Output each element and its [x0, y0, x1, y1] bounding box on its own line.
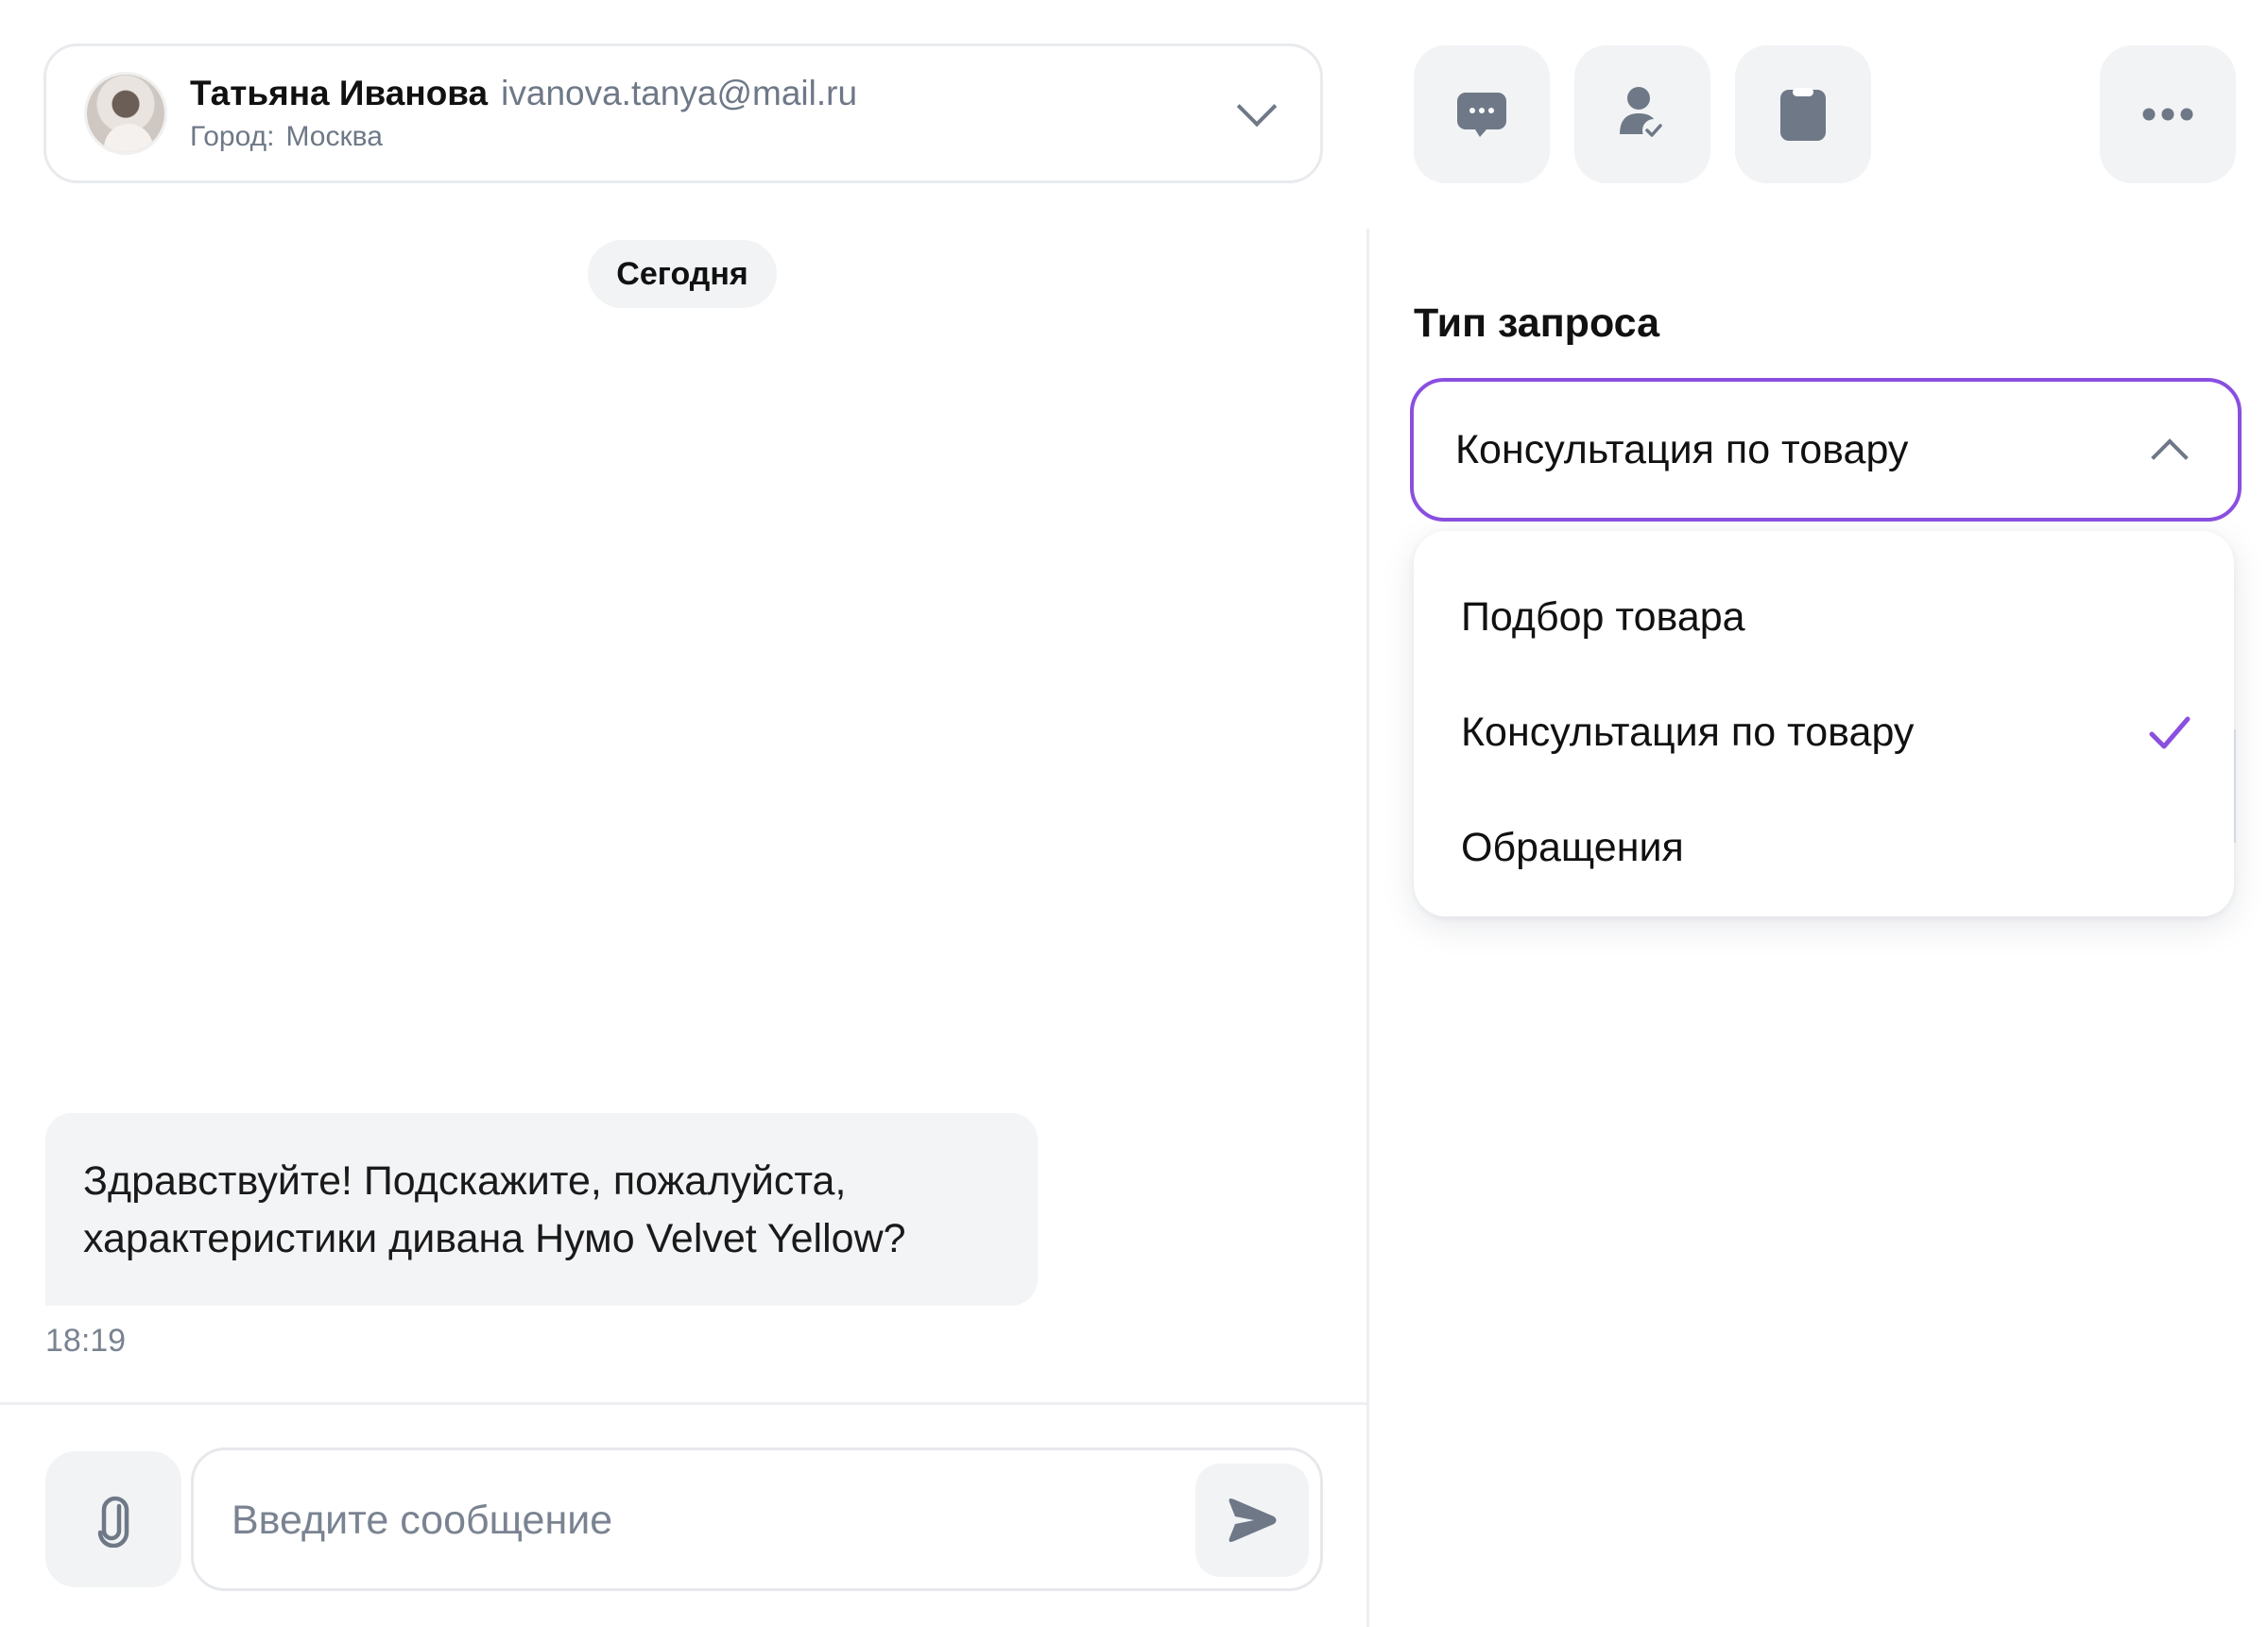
avatar — [84, 72, 167, 155]
message-text-line: Здравствуйте! Подскажите, пожалуйста, — [83, 1158, 847, 1204]
send-button[interactable] — [1195, 1464, 1309, 1577]
dropdown-option-product-selection[interactable]: Подбор товара — [1414, 559, 2234, 675]
chat-page: Татьяна Иванова ivanova.tanya@mail.ru Го… — [0, 0, 2268, 1627]
request-type-label: Тип запроса — [1414, 300, 1659, 346]
dropdown-option-appeals[interactable]: Обращения — [1414, 790, 2234, 905]
more-button[interactable] — [2100, 45, 2236, 183]
divider — [0, 1402, 1366, 1405]
contact-tool-button[interactable] — [1574, 45, 1710, 183]
request-type-dropdown: Подбор товара Консультация по товару Обр… — [1414, 531, 2234, 916]
chevron-up-icon[interactable] — [2151, 438, 2189, 476]
contact-name: Татьяна Иванова — [190, 74, 489, 112]
column-divider — [1366, 229, 1369, 1627]
contact-info: Татьяна Иванова ivanova.tanya@mail.ru Го… — [190, 74, 857, 153]
message-bubble: Здравствуйте! Подскажите, пожалуйста, ха… — [45, 1113, 1038, 1306]
chat-tool-button[interactable] — [1414, 45, 1550, 183]
contact-email: ivanova.tanya@mail.ru — [501, 74, 858, 112]
send-icon — [1228, 1499, 1277, 1542]
city-label: Город: — [190, 121, 275, 152]
city-value: Москва — [285, 121, 383, 152]
chevron-down-icon[interactable] — [1236, 86, 1278, 128]
more-icon — [2142, 108, 2193, 121]
message-time: 18:19 — [45, 1323, 127, 1359]
message-text-line: характеристики дивана Нумо Velvet Yellow… — [83, 1216, 906, 1261]
attach-button[interactable] — [45, 1451, 181, 1587]
clipboard-icon — [1780, 88, 1826, 141]
request-type-select[interactable]: Консультация по товару — [1410, 378, 2242, 522]
notes-tool-button[interactable] — [1735, 45, 1871, 183]
check-icon — [2149, 716, 2191, 749]
message-composer[interactable] — [191, 1447, 1323, 1591]
message-input[interactable] — [232, 1484, 1177, 1556]
dropdown-option-product-consultation[interactable]: Консультация по товару — [1414, 675, 2234, 790]
date-chip: Сегодня — [588, 240, 777, 308]
contact-card[interactable]: Татьяна Иванова ivanova.tanya@mail.ru Го… — [43, 43, 1323, 183]
paperclip-icon — [97, 1496, 129, 1548]
select-value: Консультация по товару — [1455, 426, 1909, 472]
user-check-icon — [1620, 87, 1665, 142]
chat-bubble-icon — [1457, 93, 1506, 137]
